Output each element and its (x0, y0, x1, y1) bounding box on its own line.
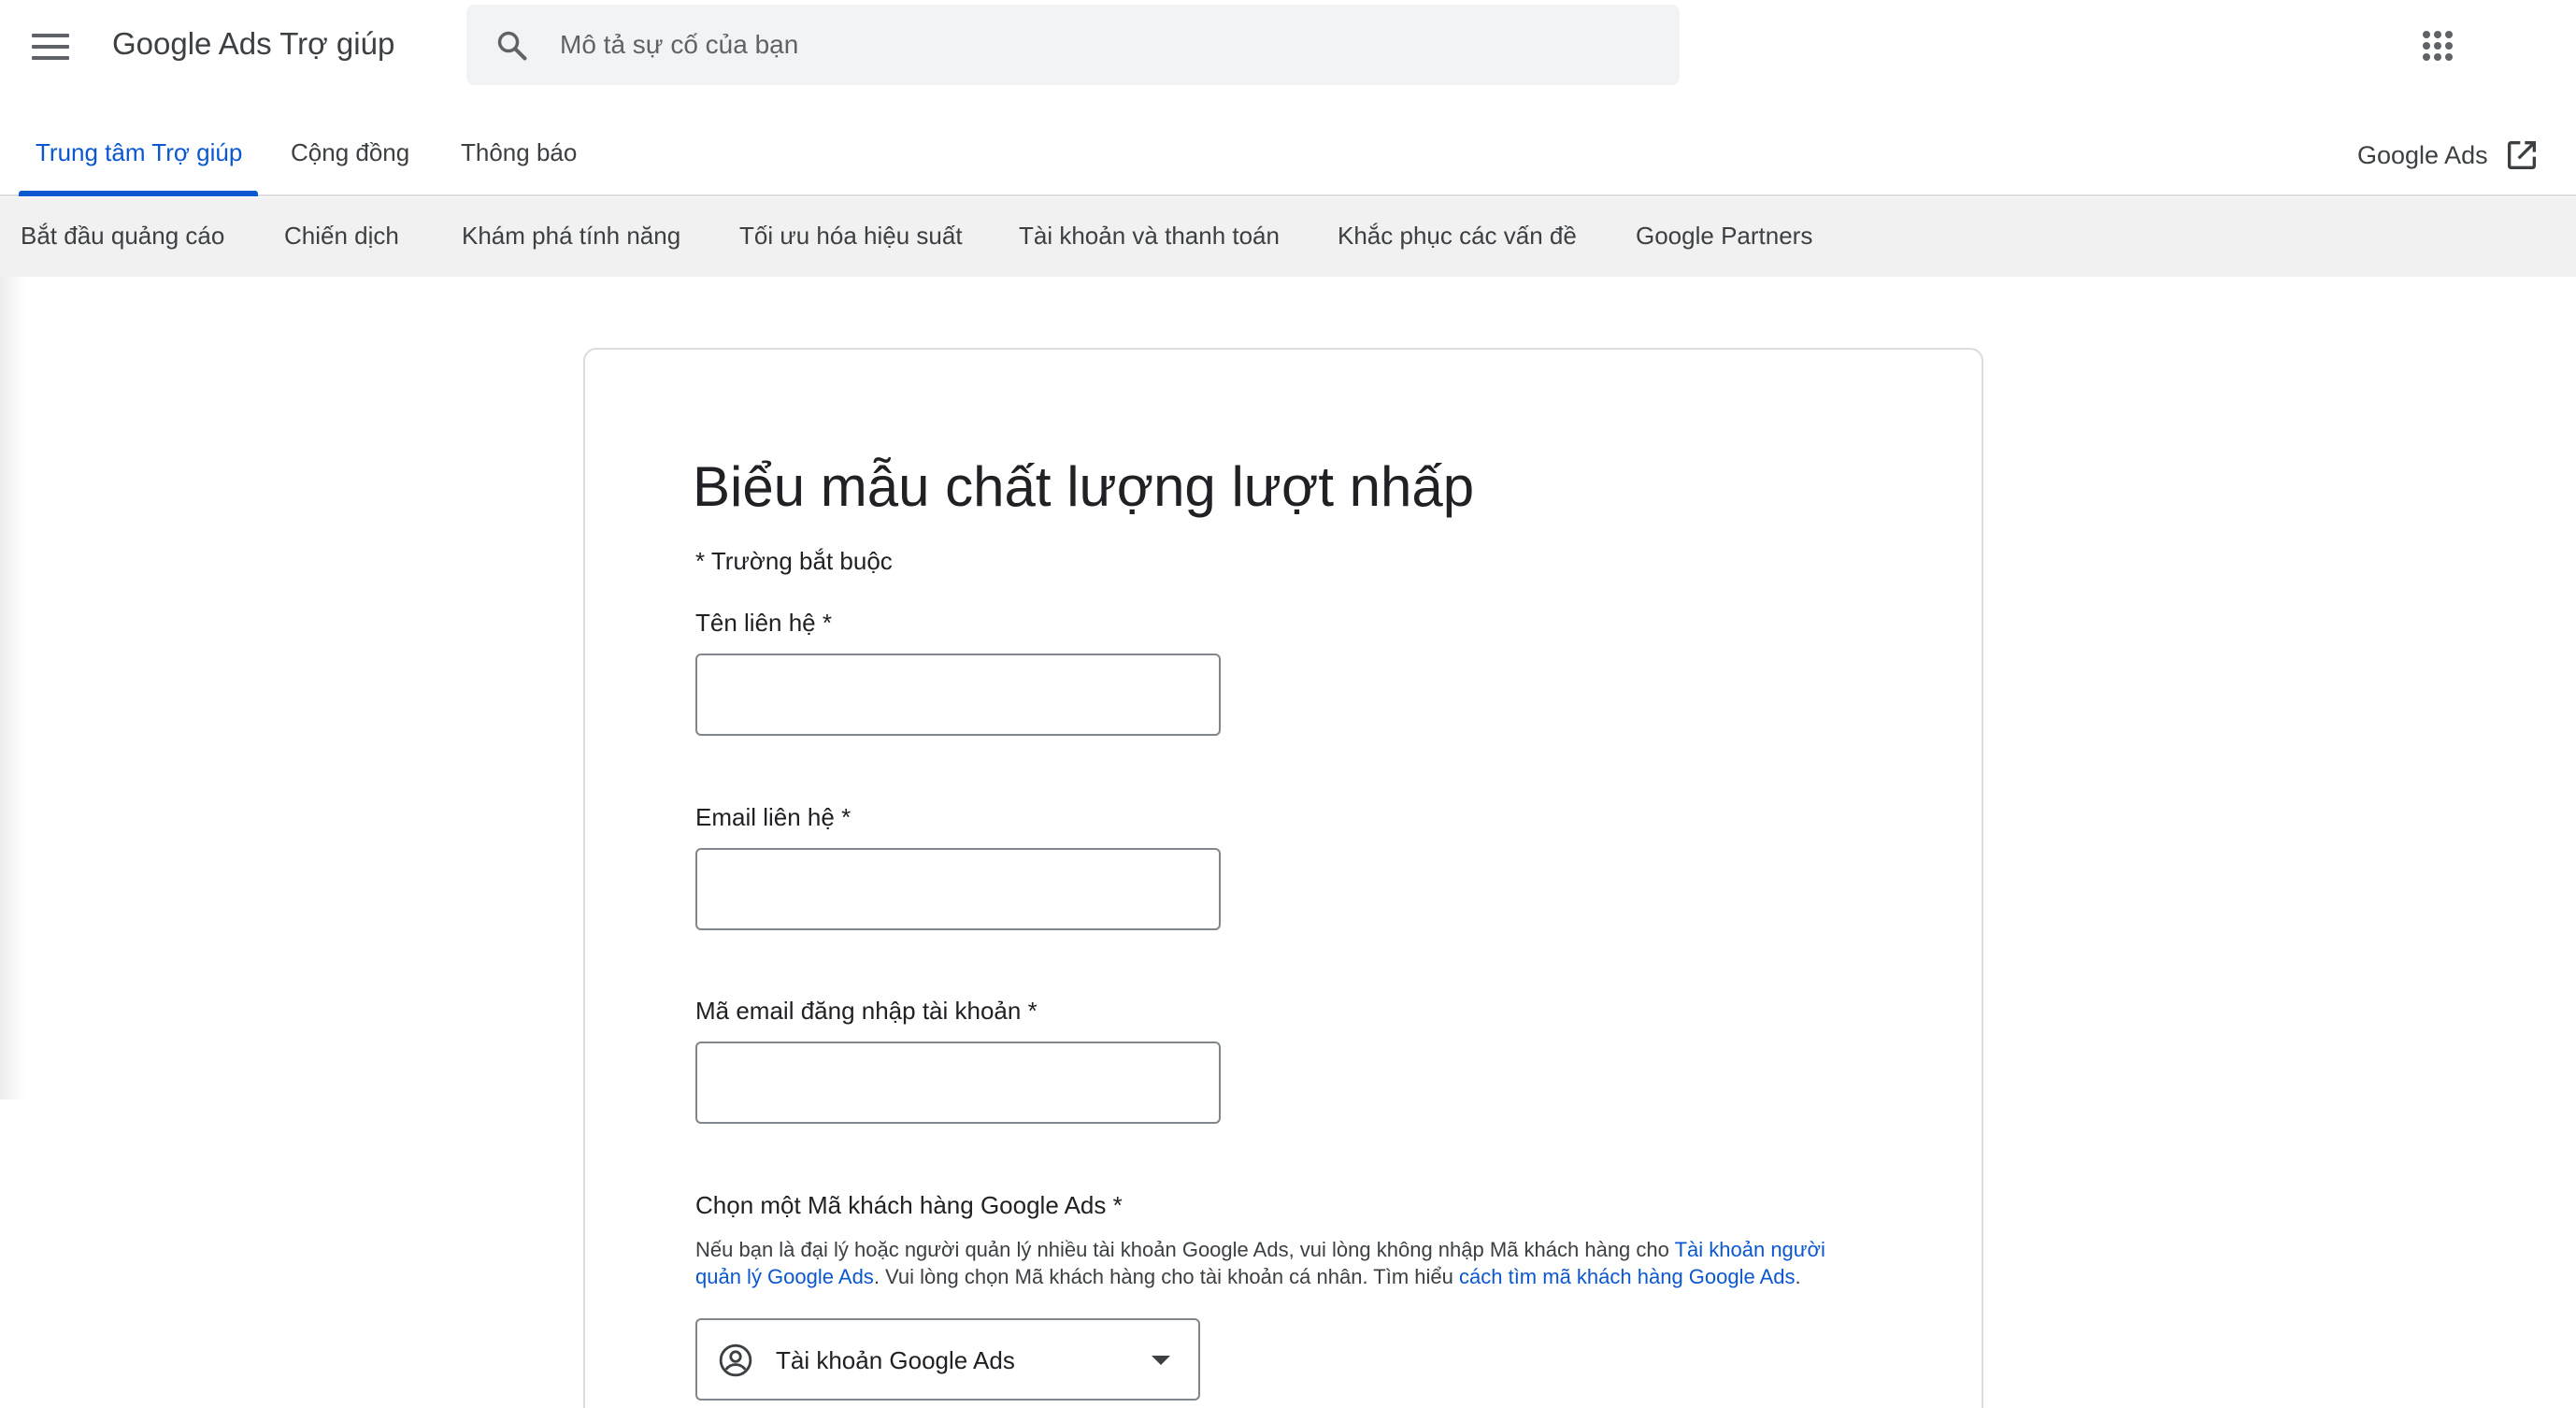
required-note: * Trường bắt buộc (695, 547, 893, 575)
search-icon[interactable] (494, 28, 530, 64)
active-tab-indicator (19, 191, 258, 196)
top-header: Google Ads Trợ giúp (0, 0, 2576, 93)
arrow-drop-down-icon (1152, 1356, 1170, 1365)
contact-name-field[interactable] (695, 654, 1221, 736)
category-optimize[interactable]: Tối ưu hóa hiệu suất (739, 222, 963, 251)
tab-community[interactable]: Cộng đồng (291, 138, 409, 167)
contact-name-label: Tên liên hệ * (695, 609, 832, 637)
hamburger-menu-icon[interactable] (28, 28, 73, 65)
account-circle-icon (719, 1343, 752, 1377)
form-title: Biểu mẫu chất lượng lượt nhấp (693, 455, 1475, 518)
customer-id-help: Nếu bạn là đại lý hoặc người quản lý nhi… (695, 1236, 1864, 1290)
category-billing[interactable]: Tài khoản và thanh toán (1019, 222, 1280, 251)
category-get-started[interactable]: Bắt đầu quảng cáo (21, 222, 224, 251)
tab-help-center[interactable]: Trung tâm Trợ giúp (36, 138, 242, 167)
category-partners[interactable]: Google Partners (1636, 222, 1812, 251)
tab-announcements[interactable]: Thông báo (461, 138, 577, 167)
login-email-label: Mã email đăng nhập tài khoản * (695, 997, 1038, 1025)
category-troubleshoot[interactable]: Khắc phục các vấn đề (1338, 222, 1577, 251)
customer-id-select[interactable]: Tài khoản Google Ads (695, 1318, 1200, 1401)
help-text-part: . Vui lòng chọn Mã khách hàng cho tài kh… (873, 1265, 1459, 1288)
search-bar[interactable] (466, 5, 1680, 85)
open-in-new-icon (2507, 141, 2536, 169)
help-tabs: Trung tâm Trợ giúp Cộng đồng Thông báo G… (0, 101, 2576, 196)
category-nav: Bắt đầu quảng cáo Chiến dịch Khám phá tí… (0, 197, 2576, 277)
contact-email-field[interactable] (695, 848, 1221, 930)
product-title[interactable]: Google Ads Trợ giúp (112, 26, 394, 62)
search-input[interactable] (560, 5, 1653, 85)
category-campaigns[interactable]: Chiến dịch (284, 222, 399, 251)
external-link-label: Google Ads (2357, 140, 2488, 169)
help-text-part: Nếu bạn là đại lý hoặc người quản lý nhi… (695, 1238, 1675, 1261)
help-center-page: Google Ads Trợ giúp Trung tâm Trợ giúp C… (0, 0, 2576, 1408)
left-edge-shadow (0, 277, 26, 1099)
google-ads-external-link[interactable]: Google Ads (2357, 136, 2540, 174)
login-email-field[interactable] (695, 1042, 1221, 1124)
customer-id-label: Chọn một Mã khách hàng Google Ads * (695, 1191, 1123, 1219)
find-customer-id-link[interactable]: cách tìm mã khách hàng Google Ads (1459, 1265, 1796, 1288)
selected-account: Tài khoản Google Ads (776, 1346, 1015, 1374)
category-features[interactable]: Khám phá tính năng (462, 222, 680, 251)
contact-email-label: Email liên hệ * (695, 803, 852, 831)
apps-grid-icon[interactable] (2423, 31, 2453, 61)
help-text-part: . (1795, 1265, 1801, 1288)
